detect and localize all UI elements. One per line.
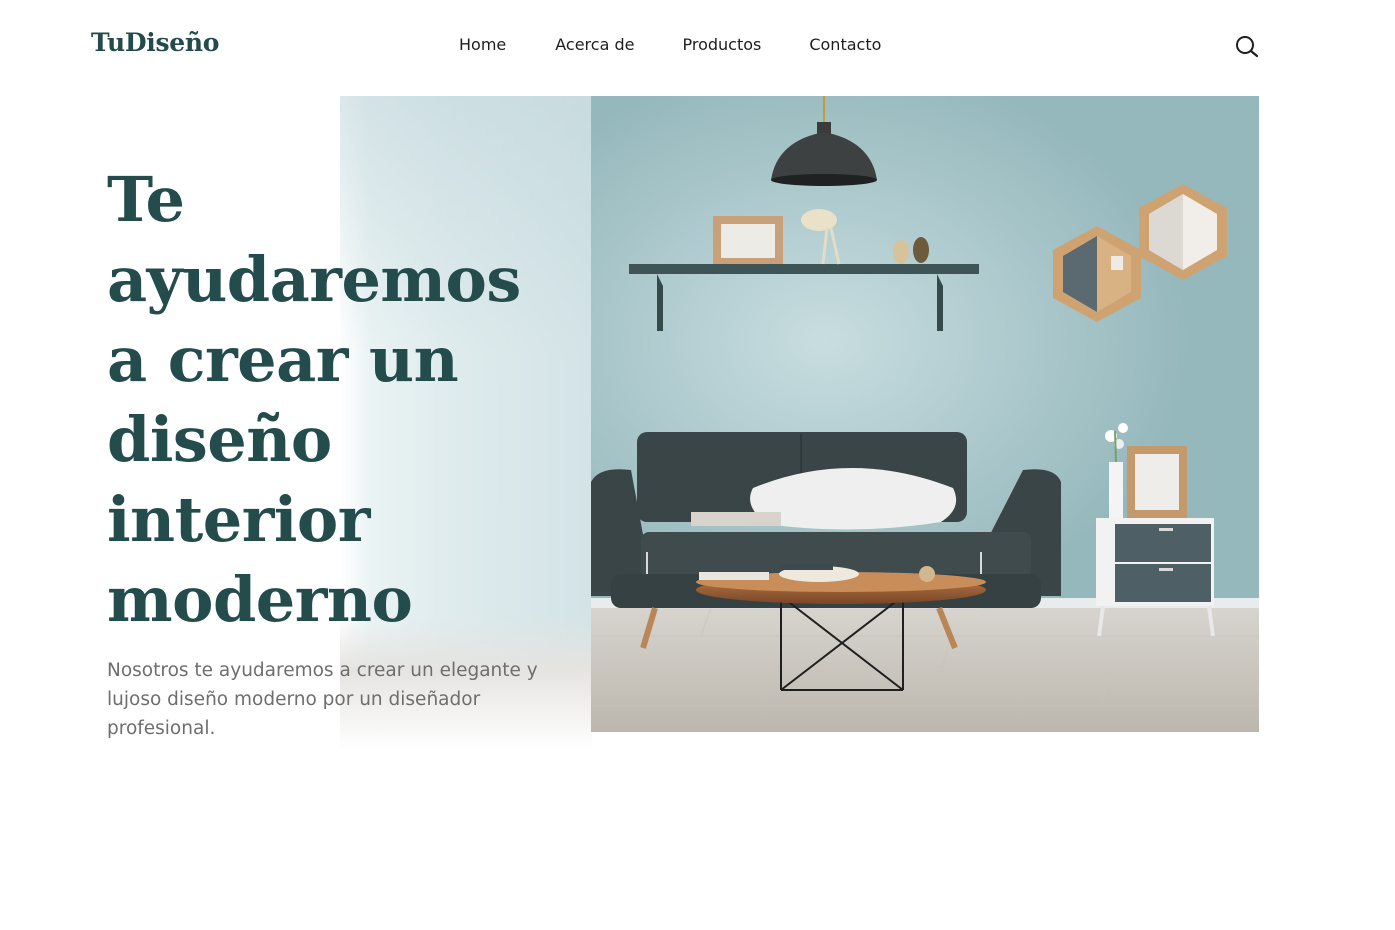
living-room-illustration xyxy=(591,96,1259,732)
main-nav: Home Acerca de Productos Contacto xyxy=(459,35,881,54)
page: TuDiseño Home Acerca de Productos Contac… xyxy=(0,0,1395,930)
nav-contacto[interactable]: Contacto xyxy=(809,35,881,54)
nav-productos[interactable]: Productos xyxy=(682,35,761,54)
logo[interactable]: TuDiseño xyxy=(91,28,219,57)
living-room-image xyxy=(591,96,1259,732)
search-icon xyxy=(1236,36,1259,58)
hero-description: Nosotros te ayudaremos a crear un elegan… xyxy=(107,660,538,739)
site-header: TuDiseño Home Acerca de Productos Contac… xyxy=(0,0,1395,96)
nav-acerca-de[interactable]: Acerca de xyxy=(555,35,634,54)
search-button[interactable] xyxy=(1234,34,1260,60)
hero-title: Te ayudaremos a crear un diseño interior… xyxy=(107,163,521,636)
nav-home[interactable]: Home xyxy=(459,35,506,54)
